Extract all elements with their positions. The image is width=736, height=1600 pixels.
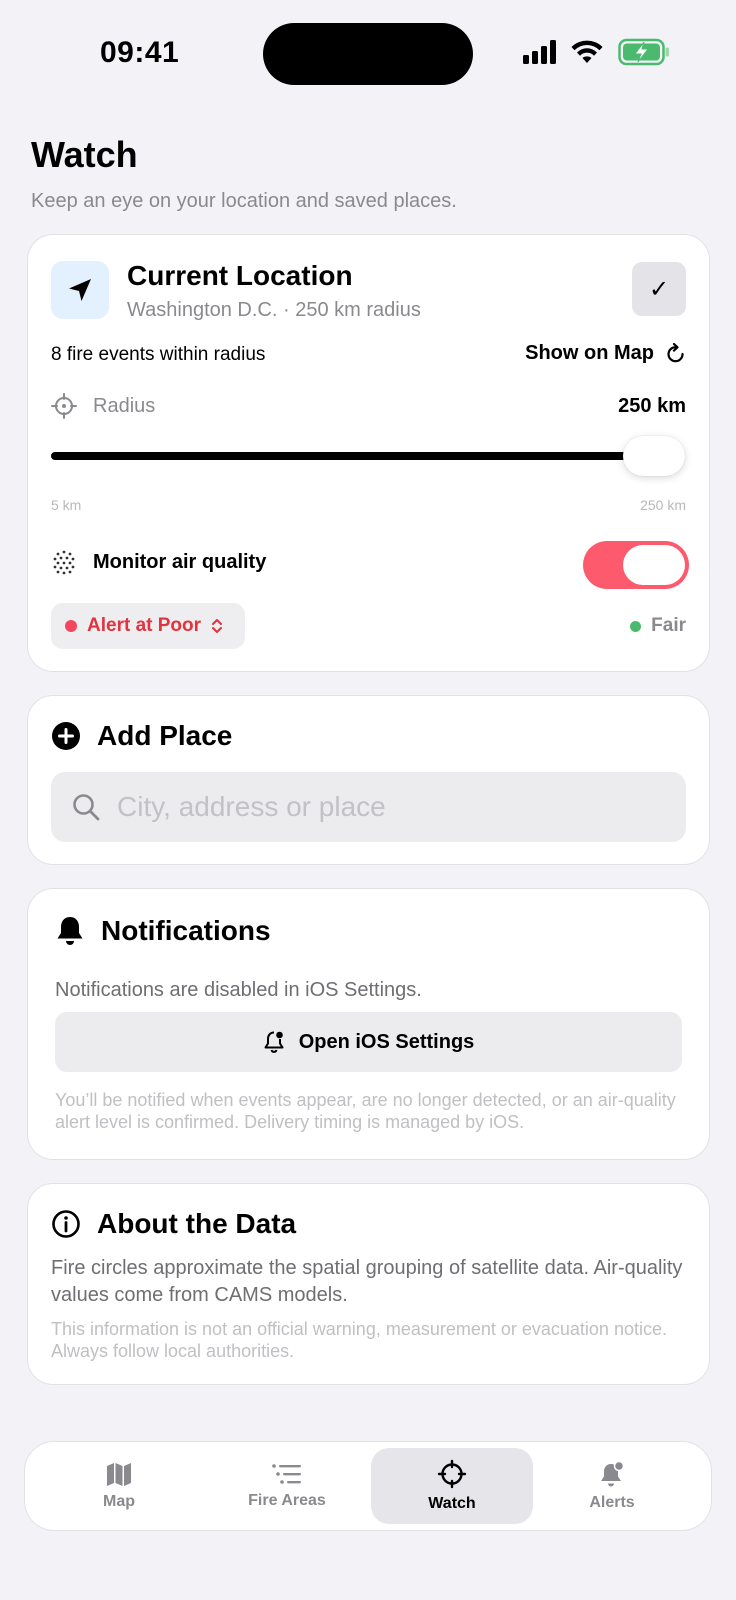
page-header: Watch Keep an eye on your location and s… xyxy=(31,134,457,213)
notifications-title: Notifications xyxy=(101,915,271,946)
notifications-card: Notifications Notifications are disabled… xyxy=(27,888,710,1160)
air-quality-toggle[interactable] xyxy=(583,541,689,589)
show-on-map-button[interactable]: Show on Map xyxy=(525,342,686,365)
current-location-card: Current Location Washington D.C. · 250 k… xyxy=(27,234,710,672)
cellular-signal-icon xyxy=(523,40,556,64)
search-icon xyxy=(73,794,100,821)
watch-checkbox-button[interactable]: ✓ xyxy=(632,262,686,316)
about-header: About the Data xyxy=(51,1208,296,1240)
location-title: Current Location xyxy=(127,260,353,291)
fair-dot xyxy=(630,620,642,632)
page-subtitle: Keep an eye on your location and saved p… xyxy=(31,190,457,212)
bell-badge-icon xyxy=(601,1460,625,1487)
current-aq-label: Fair xyxy=(651,615,686,636)
open-ios-settings-button[interactable]: Open iOS Settings xyxy=(55,1012,682,1072)
tab-fire-areas[interactable]: Fire Areas xyxy=(217,1448,357,1524)
toggle-knob xyxy=(623,545,685,585)
slider-min-label: 5 km xyxy=(51,497,82,513)
add-place-title: Add Place xyxy=(97,720,233,751)
tab-fire-areas-label: Fire Areas xyxy=(248,1492,326,1509)
battery-charging-icon xyxy=(618,38,669,66)
plus-circle-icon xyxy=(52,722,80,750)
search-box[interactable] xyxy=(51,772,686,842)
about-footnote: This information is not an official warn… xyxy=(51,1319,667,1361)
alert-level-label: Alert at Poor xyxy=(87,615,202,636)
current-aq-status: Fair xyxy=(630,615,686,637)
tab-watch-label: Watch xyxy=(428,1495,476,1512)
tab-map-label: Map xyxy=(103,1493,135,1510)
radius-slider-thumb[interactable] xyxy=(623,436,685,476)
slider-max-label: 250 km xyxy=(640,497,686,513)
tab-watch[interactable]: Watch xyxy=(371,1448,533,1524)
info-icon xyxy=(52,1210,80,1238)
radius-label: Radius xyxy=(93,394,156,417)
open-ios-settings-label: Open iOS Settings xyxy=(298,1030,475,1053)
dynamic-island xyxy=(263,23,473,85)
list-icon xyxy=(272,1464,301,1484)
air-quality-row: Monitor air quality xyxy=(51,549,266,575)
add-place-header: Add Place xyxy=(51,720,232,752)
location-icon-box xyxy=(51,261,109,319)
location-subtitle: Washington D.C. · 250 km radius xyxy=(127,299,421,321)
notifications-header: Notifications xyxy=(55,915,271,947)
crosshair-icon xyxy=(437,1459,467,1489)
radius-value: 250 km xyxy=(618,394,686,417)
map-icon xyxy=(107,1463,131,1486)
location-arrow-icon xyxy=(69,279,91,301)
about-body: Fire circles approximate the spatial gro… xyxy=(51,1257,683,1306)
bell-badge-icon xyxy=(264,1031,284,1053)
alert-level-picker[interactable]: Alert at Poor xyxy=(51,603,245,649)
notifications-status: Notifications are disabled in iOS Settin… xyxy=(55,979,422,1001)
tab-alerts[interactable]: Alerts xyxy=(557,1448,667,1524)
bell-icon xyxy=(57,917,83,945)
crosshair-icon xyxy=(51,393,77,419)
notifications-footnote: You’ll be notified when events appear, a… xyxy=(55,1090,676,1132)
about-title: About the Data xyxy=(97,1208,297,1239)
radius-row: Radius 250 km xyxy=(51,391,686,421)
page-title: Watch xyxy=(31,134,138,175)
tab-alerts-label: Alerts xyxy=(589,1494,635,1511)
status-time: 09:41 xyxy=(100,36,180,69)
search-input[interactable] xyxy=(117,791,637,823)
refresh-icon xyxy=(667,342,684,362)
show-on-map-label: Show on Map xyxy=(525,342,654,364)
status-icons xyxy=(523,38,670,66)
alert-dot xyxy=(65,620,77,632)
fire-events-count: 8 fire events within radius xyxy=(51,344,266,365)
radius-slider-track[interactable] xyxy=(51,452,641,460)
chevron-up-down-icon xyxy=(212,619,223,633)
tab-bar: Map Fire Areas Watch Alerts xyxy=(24,1441,712,1531)
tab-map[interactable]: Map xyxy=(59,1448,179,1524)
air-quality-icon xyxy=(53,550,75,575)
add-place-card: Add Place xyxy=(27,695,710,865)
air-quality-label: Monitor air quality xyxy=(93,550,267,573)
checkmark-icon: ✓ xyxy=(648,275,670,303)
about-data-card: About the Data Fire circles approximate … xyxy=(27,1183,710,1385)
wifi-icon xyxy=(571,40,603,63)
